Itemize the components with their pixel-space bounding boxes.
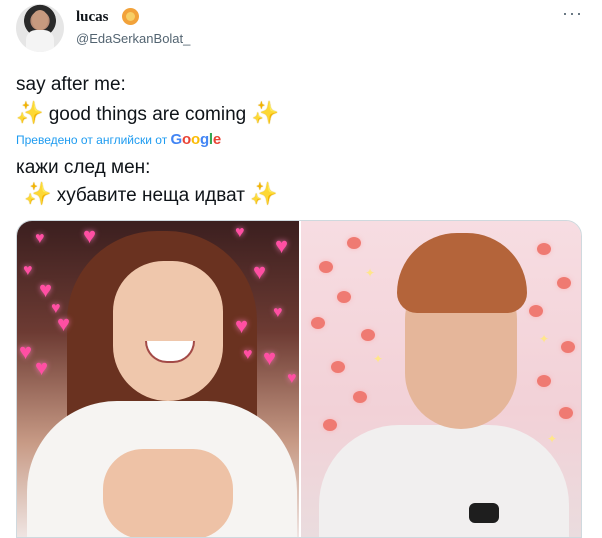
peach-icon [323,419,337,431]
heart-icon: ♥ [39,277,53,302]
google-logo: Google [170,131,222,148]
peach-icon [347,237,361,249]
peach-icon [537,375,551,387]
peach-icon [537,243,551,255]
tweet-text-line-2: ✨ good things are coming ✨ [16,101,279,127]
peach-icon [337,291,351,303]
heart-icon: ♥ [287,370,297,387]
translated-label: Преведено от английски от [16,133,168,147]
ellipsis-icon[interactable]: ··· [562,4,582,24]
media-photo-right[interactable]: ✦ ✦ ✦ ✦ [301,221,581,537]
heart-icon: ♥ [19,339,33,364]
avatar[interactable] [16,4,64,52]
heart-icon: ♥ [35,355,49,380]
media-photo-left[interactable]: ♥ ♥ ♥ ♥ ♥ ♥ ♥ ♥ ♥ ♥ ♥ ♥ ♥ ♥ ♥ ♥ [17,221,299,537]
sparkle-icon: ✦ [373,352,384,366]
peach-icon [559,407,573,419]
photo-shirt [319,425,569,537]
sparkles-icon: ✨ [251,100,279,125]
sparkle-icon: ✦ [365,266,376,280]
avatar-face [32,10,48,30]
sparkles-icon: ✨ [24,181,52,206]
user-handle[interactable]: @EdaSerkanBolat_ [76,31,190,46]
sparkle-icon: ✦ [539,332,550,346]
peach-icon [361,329,375,341]
heart-icon: ♥ [263,345,277,370]
peach-icon [529,305,543,317]
translated-text-line-1: кажи след мен: [16,157,151,178]
heart-icon: ♥ [275,233,289,258]
sparkle-icon: ✦ [547,432,558,446]
display-name[interactable]: lucas [76,9,109,26]
avatar-shirt [26,30,54,52]
peach-icon [311,317,325,329]
heart-icon: ♥ [83,223,97,248]
tweet-card: lucas @EdaSerkanBolat_ ··· say after me:… [0,0,602,538]
photo-face [113,261,223,401]
photo-hands [103,449,233,537]
peach-icon [319,261,333,273]
heart-icon: ♥ [235,224,245,241]
translated-text-line-2: ✨ хубавите неща идват ✨ [24,182,278,208]
translated-text-line-2-text: хубавите неща идват [56,185,245,206]
translation-attribution[interactable]: Преведено от английски от Google [16,131,221,148]
peach-icon [561,341,575,353]
photo-hair [397,233,527,313]
tweet-text-line-2-text: good things are coming [48,104,247,125]
heart-icon: ♥ [57,311,71,336]
heart-icon: ♥ [273,304,283,321]
lion-emoji-icon [122,8,139,25]
media-grid: ♥ ♥ ♥ ♥ ♥ ♥ ♥ ♥ ♥ ♥ ♥ ♥ ♥ ♥ ♥ ♥ ✦ ✦ ✦ ✦ [16,220,582,538]
shirt-logo-icon [469,503,499,523]
heart-icon: ♥ [253,259,267,284]
peach-icon [353,391,367,403]
peach-icon [557,277,571,289]
peach-icon [331,361,345,373]
heart-icon: ♥ [243,346,253,363]
sparkles-icon: ✨ [250,181,278,206]
heart-icon: ♥ [235,313,249,338]
heart-icon: ♥ [35,230,45,247]
heart-icon: ♥ [23,262,33,279]
tweet-text-line-1: say after me: [16,74,126,95]
sparkles-icon: ✨ [16,100,44,125]
